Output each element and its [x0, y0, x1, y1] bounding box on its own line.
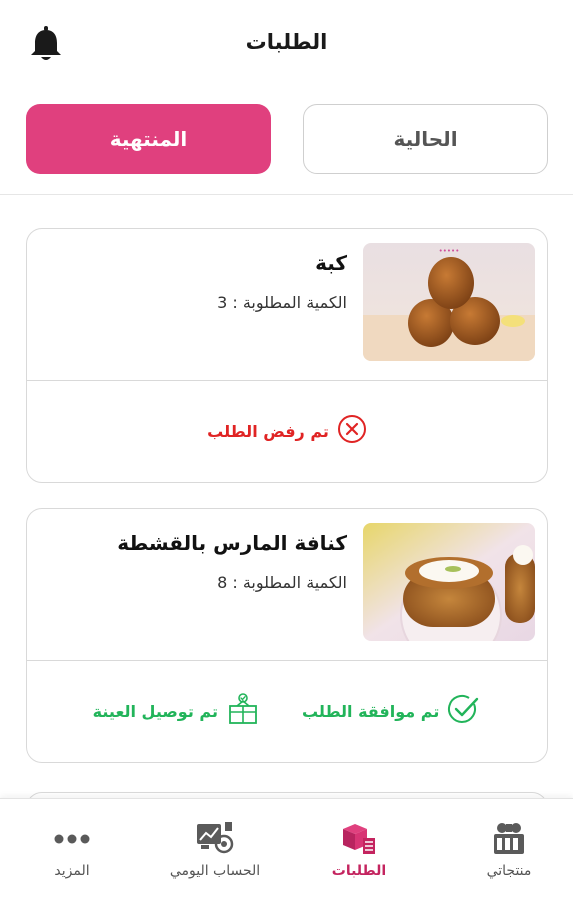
- tab-current[interactable]: الحالية: [303, 104, 548, 174]
- status-text: تم توصيل العينة: [92, 701, 218, 721]
- nav-products-label: منتجاتي: [486, 863, 532, 879]
- order-card[interactable]: كنافة المارس بالقشطة الكمية المطلوبة : 8…: [26, 508, 548, 763]
- status-delivered: تم توصيل العينة: [93, 692, 260, 730]
- more-dots-icon: [52, 819, 92, 859]
- calculator-chart-icon: [195, 819, 235, 859]
- order-quantity: الكمية المطلوبة : 8: [217, 573, 347, 592]
- nav-products[interactable]: منتجاتي: [459, 799, 559, 900]
- status-text: تم موافقة الطلب: [301, 701, 440, 721]
- products-icon: [489, 819, 529, 859]
- app-header: الطلبات: [0, 0, 573, 88]
- nav-more[interactable]: المزيد: [22, 799, 122, 900]
- nav-more-label: المزيد: [54, 863, 90, 879]
- order-card-top: كنافة المارس بالقشطة الكمية المطلوبة : 8: [27, 509, 547, 661]
- order-tabs: المنتهية الحالية: [26, 104, 548, 174]
- boxes-icon: [339, 819, 379, 859]
- order-card-top: ••••• كبة الكمية المطلوبة : 3: [27, 229, 547, 381]
- order-status-row: تم رفض الطلب: [27, 381, 547, 481]
- tab-finished[interactable]: المنتهية: [26, 104, 271, 174]
- order-status-row: تم موافقة الطلب تم توصيل العينة: [27, 661, 547, 761]
- nav-orders[interactable]: الطلبات: [309, 799, 409, 900]
- x-circle-icon: [337, 414, 367, 448]
- divider: [0, 194, 573, 195]
- bottom-nav: منتجاتي الطلبات الحساب اليومي المزيد: [0, 798, 573, 900]
- check-circle-icon: [447, 693, 481, 729]
- product-image-kibbeh: •••••: [363, 243, 535, 361]
- svg-text:•••••: •••••: [439, 247, 460, 255]
- nav-daily-account[interactable]: الحساب اليومي: [150, 799, 280, 900]
- page-title: الطلبات: [245, 30, 328, 54]
- product-image-kunafa: [363, 523, 535, 641]
- nav-daily-account-label: الحساب اليومي: [169, 863, 261, 879]
- order-card[interactable]: ••••• كبة الكمية المطلوبة : 3 تم رفض الط…: [26, 228, 548, 483]
- order-name: كنافة المارس بالقشطة: [117, 531, 347, 555]
- order-name: كبة: [315, 251, 347, 275]
- bell-icon[interactable]: [28, 24, 64, 64]
- nav-orders-label: الطلبات: [331, 863, 387, 879]
- order-quantity: الكمية المطلوبة : 3: [217, 293, 347, 312]
- status-rejected: تم رفض الطلب: [207, 414, 367, 448]
- status-approved: تم موافقة الطلب: [302, 693, 481, 729]
- status-text: تم رفض الطلب: [207, 421, 329, 441]
- delivery-box-icon: [226, 692, 260, 730]
